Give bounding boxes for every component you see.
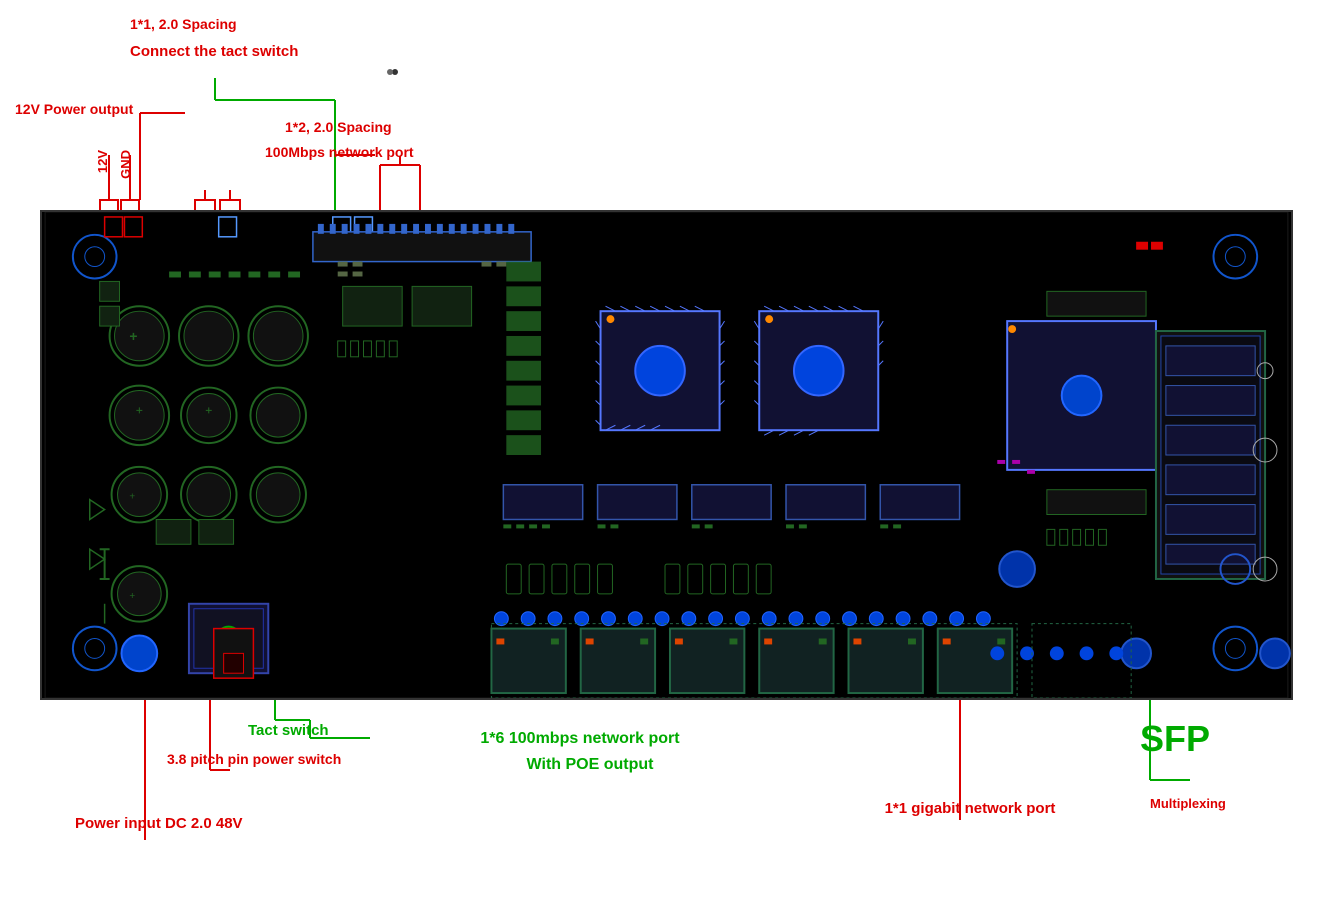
svg-text:+: + xyxy=(129,591,135,602)
label-sfp: SFP xyxy=(1140,716,1210,763)
label-multiplexing: Multiplexing xyxy=(1150,796,1226,813)
label-power-switch: 3.8 pitch pin power switch xyxy=(167,750,341,768)
label-1x1-spacing: 1*1, 2.0 Spacing xyxy=(130,15,237,33)
label-1x2-spacing: 1*2, 2.0 Spacing xyxy=(285,118,392,136)
label-gigabit: 1*1 gigabit network port xyxy=(840,799,1100,819)
label-12v-vertical: 12V xyxy=(95,150,110,173)
svg-text:+: + xyxy=(129,328,137,344)
pcb-board: + + + xyxy=(40,210,1293,700)
label-tact-switch: Tact switch xyxy=(248,721,329,741)
svg-text:+: + xyxy=(129,492,135,503)
label-poe-output: With POE output xyxy=(490,755,690,776)
label-power-input: Power input DC 2.0 48V xyxy=(75,814,243,834)
label-connect-tact: Connect the tact switch xyxy=(130,42,298,62)
label-network-port-line1: 1*6 100mbps network port xyxy=(430,729,730,750)
label-12v-power: 12V Power output xyxy=(15,100,133,118)
label-gnd-vertical: GND xyxy=(118,150,133,179)
label-100mbps-port-top: 100Mbps network port xyxy=(265,143,414,161)
